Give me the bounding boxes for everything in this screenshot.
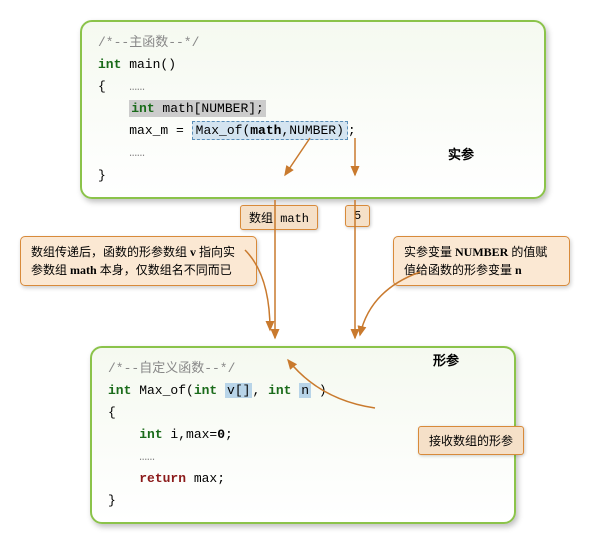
note-array-passing: 数组传递后，函数的形参数组 v 指向实参数组 math 本身，仅数组名不同而已 bbox=[20, 236, 257, 286]
function-code-box: 形参 /*--自定义函数--*/ int Max_of(int v[], int… bbox=[90, 346, 516, 525]
actual-param-label: 实参 bbox=[448, 144, 474, 163]
chip-array: 数组 math bbox=[240, 205, 318, 230]
func-signature: int Max_of(int v[], int n ) bbox=[108, 380, 498, 402]
formal-param-label: 形参 bbox=[433, 350, 459, 369]
main-comment: /*--主函数--*/ bbox=[98, 32, 528, 54]
param-n: n bbox=[299, 383, 311, 398]
function-call: Max_of(math,NUMBER) bbox=[192, 121, 348, 140]
note-value-passing: 实参变量 NUMBER 的值赋值给函数的形参变量 n bbox=[393, 236, 570, 286]
main-code-box: /*--主函数--*/ int main() { …… int math[NUM… bbox=[80, 20, 546, 199]
chip-number: 5 bbox=[345, 205, 370, 227]
note-receive-array: 接收数组的形参 bbox=[418, 426, 524, 455]
main-signature: int main() bbox=[98, 54, 528, 76]
array-declaration: int math[NUMBER]; bbox=[129, 100, 266, 117]
param-array: v[] bbox=[225, 383, 252, 398]
